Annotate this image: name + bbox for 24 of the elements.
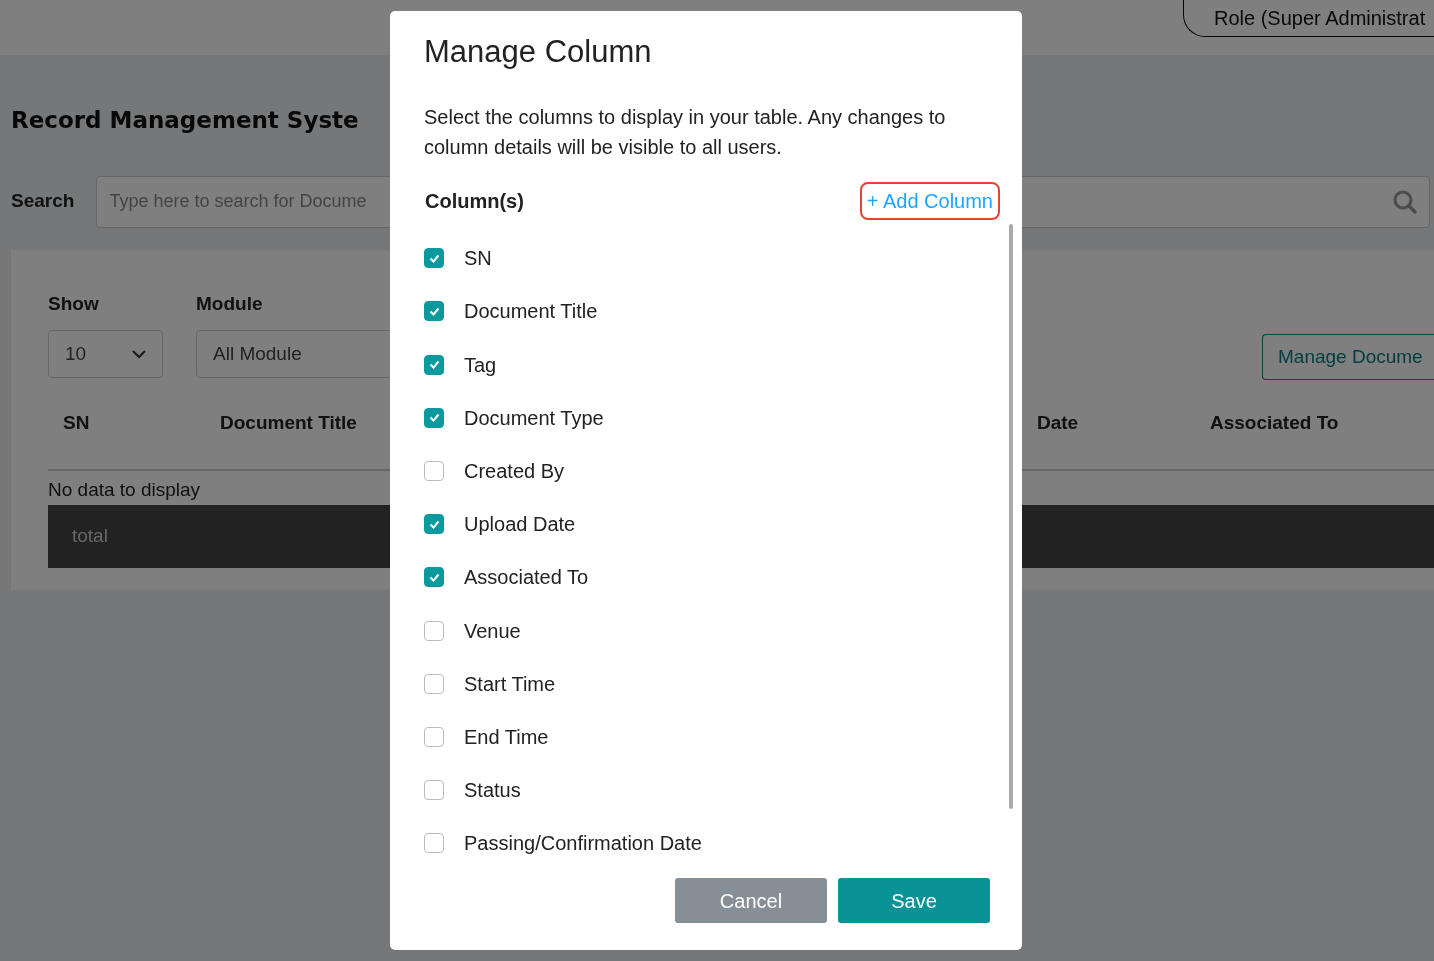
column-header: Date bbox=[1037, 411, 1080, 436]
column-option-label: Tag bbox=[464, 354, 497, 375]
column-option-label: Created By bbox=[464, 460, 565, 481]
column-header: Document Title bbox=[220, 411, 358, 436]
filter-label: Show bbox=[48, 291, 99, 316]
empty-message: No data to display bbox=[48, 478, 202, 502]
column-header: SN bbox=[62, 411, 91, 436]
column-option-label: Status bbox=[464, 780, 521, 801]
filter-label: Module bbox=[196, 291, 263, 316]
column-header: Associated To bbox=[1210, 411, 1340, 436]
section-label: Column(s) bbox=[424, 189, 524, 215]
column-option-label: Start Time bbox=[464, 673, 556, 694]
modal-title: Manage Column bbox=[424, 33, 653, 71]
column-option-label: Passing/Confirmation Date bbox=[464, 833, 702, 854]
column-option-label: End Time bbox=[464, 726, 549, 747]
column-option-label: Associated To bbox=[464, 567, 589, 588]
column-option-label: Document Type bbox=[464, 407, 604, 428]
column-option-label: Upload Date bbox=[464, 514, 576, 535]
column-option-label: Venue bbox=[464, 620, 521, 641]
modal-description: Select the columns to display in your table. Any changes to column details will be visible to all users. bbox=[424, 105, 947, 161]
page-title: Record Management Syste bbox=[11, 106, 359, 135]
search-label: Search bbox=[11, 189, 75, 214]
column-option-label: Document Title bbox=[464, 301, 598, 322]
column-option-label: SN bbox=[464, 248, 492, 269]
